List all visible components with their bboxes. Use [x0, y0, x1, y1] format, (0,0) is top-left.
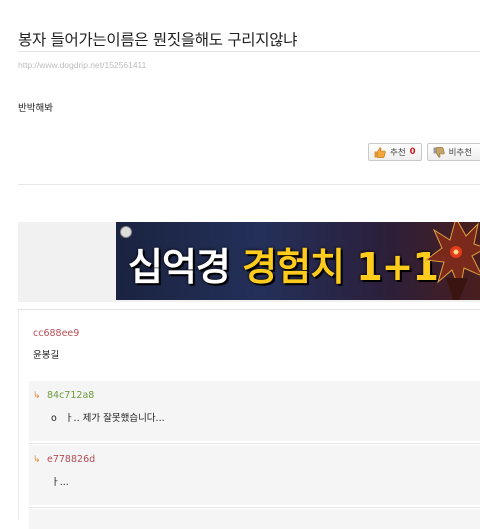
reply-arrow-icon: ↳ — [33, 391, 41, 401]
reply-arrow-icon: ↳ — [33, 455, 41, 465]
reply-author[interactable]: e778826d — [47, 454, 95, 465]
downvote-button[interactable]: 비추천 — [426, 143, 480, 161]
upvote-count: 0 — [409, 147, 416, 157]
thumbs-down-icon — [433, 146, 445, 158]
reply-item-partial — [29, 509, 480, 529]
post-body: 반박해봐 — [18, 103, 53, 114]
reply-text: o ㅏ.. 제가 잘못했습니다... — [51, 410, 165, 424]
reply-bullet: o — [51, 413, 57, 424]
content-divider — [18, 184, 480, 185]
upvote-button[interactable]: 추천 0 — [368, 143, 422, 161]
post-title: 봉자 들어가는이름은 뭔짓을해도 구리지않냐 — [18, 31, 298, 49]
comment-author[interactable]: cc688ee9 — [33, 328, 79, 339]
ad-text-white: 십억경 — [128, 245, 231, 289]
reply-text: ㅏ... — [51, 477, 69, 488]
downvote-label: 비추천 — [448, 148, 473, 158]
comment-section: cc688ee9 윤봉길 ↳ 84c712a8 o ㅏ.. 제가 잘못했습니다..… — [18, 309, 480, 529]
vote-buttons: 추천 0 비추천 — [368, 143, 480, 161]
upvote-label: 추천 — [390, 148, 406, 158]
post-url[interactable]: http://www.dogdrip.net/152561411 — [18, 60, 146, 70]
ad-text-yellow: 경험치 1+1 — [242, 245, 439, 289]
reply-item: ↳ 84c712a8 o ㅏ.. 제가 잘못했습니다... — [29, 381, 480, 441]
reply-text-content: ㅏ.. 제가 잘못했습니다... — [64, 413, 165, 424]
comment-text: 윤봉길 — [33, 350, 60, 361]
reply-author[interactable]: 84c712a8 — [47, 390, 94, 401]
ad-area: 십억경 경험치 1+1 — [18, 222, 480, 302]
reply-item: ↳ e778826d ㅏ... — [29, 445, 480, 505]
monster-art-icon — [424, 222, 480, 300]
reply-divider — [29, 507, 480, 508]
ad-headline: 십억경 경험치 1+1 — [128, 236, 439, 291]
title-divider — [18, 51, 480, 52]
ad-banner[interactable]: 십억경 경험치 1+1 — [116, 222, 480, 300]
thumbs-up-icon — [374, 146, 386, 158]
reply-divider — [29, 443, 480, 444]
